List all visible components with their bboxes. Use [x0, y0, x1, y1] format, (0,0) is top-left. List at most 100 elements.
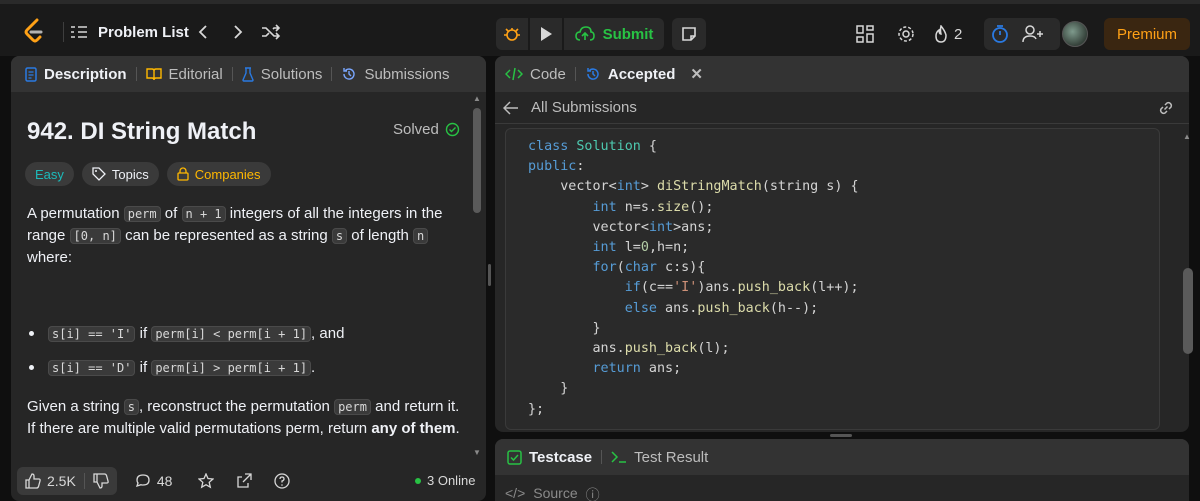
tab-test-result[interactable]: Test Result	[611, 439, 708, 475]
timer-icon[interactable]	[988, 21, 1012, 47]
comments-button[interactable]: 48	[135, 473, 172, 489]
tab-accepted-label: Accepted	[607, 65, 676, 83]
run-button[interactable]	[530, 18, 562, 50]
description-content: 942. DI String Match Solved Easy Topics …	[11, 92, 473, 462]
arrow-left-icon[interactable]	[503, 100, 519, 115]
desc-text: of	[160, 205, 182, 222]
desc-text: where:	[27, 249, 73, 266]
inline-code: perm[i] > perm[i + 1]	[151, 359, 312, 376]
divider	[331, 67, 333, 81]
like-count: 2.5K	[47, 473, 76, 489]
divider	[601, 450, 603, 464]
all-submissions-link[interactable]: All Submissions	[531, 99, 637, 116]
tab-accepted[interactable]: Accepted ✕	[585, 56, 703, 92]
share-icon	[237, 473, 253, 488]
tab-description[interactable]: Description	[25, 56, 127, 92]
code-line: vector<int> diStringMatch(string s) {	[528, 179, 859, 195]
share-button[interactable]	[236, 473, 253, 489]
desc-text: .	[311, 358, 316, 376]
chevron-left-icon[interactable]	[192, 20, 214, 44]
note-icon	[682, 27, 696, 41]
list-icon	[71, 26, 87, 38]
link-icon[interactable]	[1157, 99, 1175, 122]
code-line: class Solution {	[528, 139, 657, 154]
inline-code: perm	[123, 206, 161, 222]
bullet-dot	[29, 364, 34, 370]
companies-chip[interactable]: Companies	[166, 162, 271, 186]
emphasis-text: any of them	[371, 420, 456, 437]
online-indicator: 3 Online	[415, 473, 475, 488]
divider	[231, 67, 233, 81]
like-button[interactable]: 2.5K	[17, 467, 84, 495]
leetcode-logo-icon[interactable]	[22, 18, 46, 44]
code-line: else ans.push_back(h--);	[624, 300, 819, 316]
scroll-up-arrow-icon[interactable]: ▲	[1183, 132, 1191, 141]
scrollbar-thumb[interactable]	[473, 108, 481, 213]
tab-testcase[interactable]: Testcase	[507, 439, 592, 475]
divider	[63, 22, 64, 42]
source-label[interactable]: Source	[533, 485, 577, 501]
desc-text: Given a string	[27, 398, 124, 415]
topics-label: Topics	[111, 166, 149, 182]
tab-testcase-label: Testcase	[529, 448, 593, 466]
problem-tags: Easy Topics Companies	[25, 162, 271, 186]
problem-list-label: Problem List	[98, 23, 189, 41]
code-viewer[interactable]: class Solution { public: vector<int> diSt…	[505, 128, 1160, 430]
help-button[interactable]	[274, 473, 291, 489]
play-icon	[541, 27, 552, 41]
layout-icon[interactable]	[853, 22, 877, 46]
submit-button[interactable]: Submit	[564, 18, 664, 50]
add-user-icon[interactable]	[1020, 21, 1046, 47]
scroll-up-arrow-icon[interactable]: ▲	[473, 94, 481, 103]
lock-icon	[177, 167, 189, 181]
streak-counter[interactable]: 2	[934, 20, 962, 48]
tab-test-result-label: Test Result	[634, 448, 709, 466]
code-icon: </>	[505, 485, 526, 501]
tab-solutions[interactable]: Solutions	[242, 56, 322, 92]
topics-chip[interactable]: Topics	[81, 162, 159, 186]
submit-label: Submit	[602, 25, 654, 43]
premium-button[interactable]: Premium	[1104, 18, 1190, 50]
scrollbar-thumb[interactable]	[1183, 268, 1193, 354]
bottom-tab-bar: Testcase Test Result	[495, 439, 1189, 475]
notes-button[interactable]	[672, 18, 706, 50]
panel-resize-handle[interactable]	[830, 434, 852, 437]
code-line: if(c=='I')ans.push_back(l++);	[624, 280, 859, 296]
top-bar: Problem List Submit 2 Premium	[0, 0, 1200, 56]
shuffle-icon[interactable]	[259, 20, 283, 44]
chevron-right-icon[interactable]	[227, 20, 249, 44]
online-count: 3 Online	[427, 473, 476, 488]
scroll-down-arrow-icon[interactable]: ▼	[473, 448, 481, 457]
panel-resize-handle[interactable]	[488, 264, 491, 286]
help-icon[interactable]: ⓘ	[586, 485, 600, 501]
inline-code: n + 1	[181, 206, 226, 222]
desc-text: , and	[311, 324, 345, 342]
code-line: public:	[528, 159, 585, 175]
avatar[interactable]	[1062, 21, 1088, 47]
tab-editorial[interactable]: Editorial	[145, 56, 223, 92]
desc-text: A permutation	[27, 205, 124, 222]
desc-text: if	[135, 324, 152, 342]
close-icon[interactable]: ✕	[690, 65, 703, 83]
tab-code[interactable]: Code	[505, 56, 566, 92]
favorite-button[interactable]	[198, 473, 215, 489]
problem-title[interactable]: 942. DI String Match	[27, 118, 256, 146]
tab-submissions[interactable]: Submissions	[341, 56, 449, 92]
code-line: int l=0,h=n;	[592, 240, 690, 256]
desc-text: , reconstruct the permutation	[138, 398, 335, 415]
help-icon	[274, 473, 291, 489]
condition-list: s[i] == 'I' if perm[i] < perm[i + 1], an…	[27, 322, 457, 390]
difficulty-badge: Easy	[25, 162, 74, 186]
gear-icon[interactable]	[894, 22, 918, 46]
run-controls: Submit	[496, 18, 664, 50]
problem-list-button[interactable]: Problem List	[70, 18, 189, 46]
dislike-button[interactable]	[85, 467, 117, 495]
divider	[574, 67, 576, 81]
vote-group: 2.5K	[17, 467, 117, 495]
comment-icon	[135, 474, 150, 488]
debug-button[interactable]	[496, 18, 528, 50]
description-icon	[25, 66, 37, 82]
checkbox-icon	[507, 449, 522, 465]
thumbs-up-icon	[25, 473, 41, 489]
code-line: int n=s.size();	[592, 199, 714, 215]
